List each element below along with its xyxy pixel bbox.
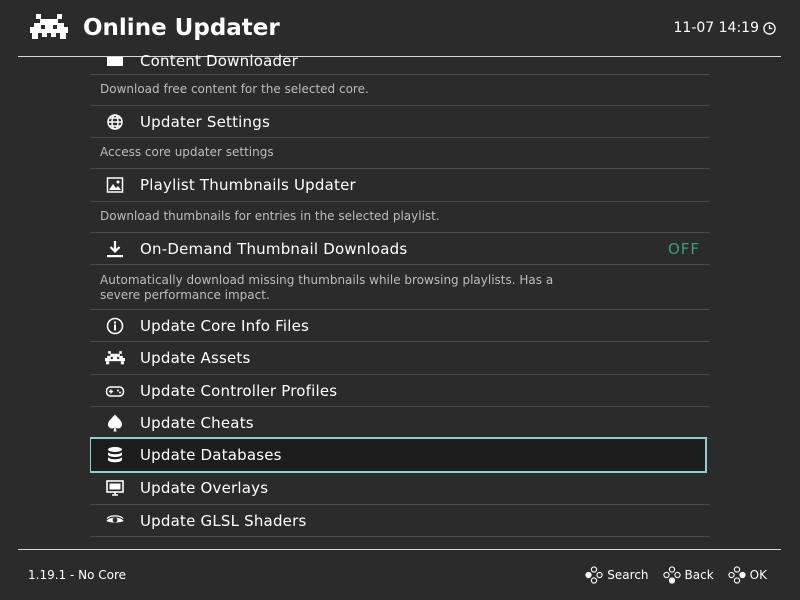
menu-item-update-core-info-files[interactable]: Update Core Info Files — [90, 310, 710, 342]
gamepad-buttons-icon — [728, 566, 746, 584]
clock: 11-07 14:19 — [674, 19, 776, 37]
menu-item-update-databases[interactable]: Update Databases — [90, 439, 710, 471]
space-invader-icon — [105, 348, 125, 368]
version-label: 1.19.1 - No Core — [28, 568, 127, 582]
gamepad-buttons-icon — [662, 566, 681, 584]
ok-button[interactable]: OK — [728, 566, 767, 584]
menu-item-label: Content Downloader — [140, 52, 298, 70]
menu-item-label: Update GLSL Shaders — [140, 512, 307, 530]
menu-item-updater-settings[interactable]: Updater Settings — [90, 106, 710, 138]
monitor-icon — [105, 478, 125, 498]
gamepad-icon — [105, 381, 125, 401]
menu-item-on-demand-thumbnail-downloads[interactable]: On-Demand Thumbnail Downloads OFF — [90, 233, 710, 265]
menu-item-update-glsl-shaders[interactable]: Update GLSL Shaders — [90, 505, 710, 537]
menu-list[interactable]: Content Downloader Download free content… — [90, 43, 710, 537]
menu-item-label: Update Cheats — [140, 414, 254, 432]
ok-button-label: OK — [749, 568, 767, 582]
eye-icon — [105, 511, 125, 531]
menu-item-label: Update Core Info Files — [140, 317, 310, 335]
menu-item-update-assets[interactable]: Update Assets — [90, 342, 710, 374]
back-button-label: Back — [684, 568, 714, 582]
description-text: Download free content for the selected c… — [100, 82, 369, 96]
description-text: Access core updater settings — [100, 145, 274, 159]
globe-icon — [105, 112, 125, 132]
page-title: Online Updater — [83, 15, 280, 41]
footer-buttons: Search Back OK — [585, 566, 767, 584]
search-button[interactable]: Search — [585, 566, 649, 584]
download-icon — [105, 239, 125, 259]
spade-icon — [105, 413, 125, 433]
back-button[interactable]: Back — [662, 566, 714, 584]
menu-item-content-downloader[interactable]: Content Downloader — [90, 47, 710, 75]
gamepad-buttons-icon — [585, 566, 603, 584]
menu-item-update-cheats[interactable]: Update Cheats — [90, 407, 710, 439]
clock-icon — [763, 21, 776, 35]
menu-item-update-controller-profiles[interactable]: Update Controller Profiles — [90, 375, 710, 407]
toggle-value[interactable]: OFF — [668, 239, 700, 259]
image-icon — [105, 175, 125, 195]
menu-item-description: Automatically download missing thumbnail… — [90, 265, 710, 309]
space-invader-icon — [30, 14, 68, 39]
menu-item-playlist-thumbnails-updater[interactable]: Playlist Thumbnails Updater — [90, 169, 710, 201]
description-text: Automatically download missing thumbnail… — [100, 273, 554, 302]
menu-item-description: Download thumbnails for entries in the s… — [90, 202, 710, 232]
footer-divider — [18, 549, 781, 550]
menu-item-label: Update Databases — [140, 446, 282, 464]
menu-item-description: Access core updater settings — [90, 138, 710, 168]
menu-item-label: Update Overlays — [140, 479, 269, 497]
menu-item-label: Playlist Thumbnails Updater — [140, 176, 356, 194]
description-text: Download thumbnails for entries in the s… — [100, 209, 440, 223]
search-button-label: Search — [607, 568, 649, 582]
menu-item-label: On-Demand Thumbnail Downloads — [140, 240, 408, 258]
menu-item-label: Updater Settings — [140, 113, 270, 131]
menu-item-label: Update Assets — [140, 349, 251, 367]
menu-item-description: Download free content for the selected c… — [90, 75, 710, 105]
menu-item-update-overlays[interactable]: Update Overlays — [90, 472, 710, 504]
clock-text: 11-07 14:19 — [673, 20, 759, 36]
menu-item-label: Update Controller Profiles — [140, 382, 338, 400]
box-icon — [105, 51, 125, 71]
info-icon — [105, 316, 125, 336]
database-icon — [105, 445, 125, 465]
divider — [90, 536, 710, 537]
